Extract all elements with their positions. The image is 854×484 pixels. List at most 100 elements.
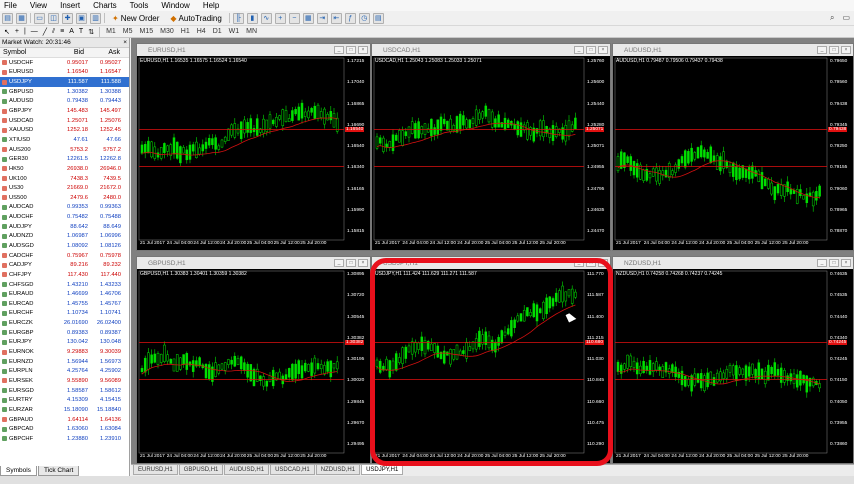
- maximize-icon[interactable]: □: [829, 46, 839, 54]
- table-row[interactable]: GBPAUD 1.64114 1.64136: [0, 415, 129, 425]
- chart-tab-gbpusd[interactable]: GBPUSD,H1: [178, 465, 224, 475]
- menu-item-view[interactable]: View: [30, 1, 47, 10]
- price-chart[interactable]: [613, 269, 854, 465]
- minimize-icon[interactable]: _: [334, 259, 344, 267]
- close-icon[interactable]: ×: [841, 46, 851, 54]
- table-row[interactable]: EURZAR 15.18090 15.18840: [0, 405, 129, 415]
- table-row[interactable]: AUDCHF 0.75482 0.75488: [0, 212, 129, 222]
- column-bid[interactable]: Bid: [60, 49, 84, 56]
- navigator-icon[interactable]: ✚: [62, 12, 73, 24]
- tile-windows-icon[interactable]: ▦: [302, 12, 314, 24]
- fibonacci-icon[interactable]: ≡: [60, 28, 64, 35]
- chart-shift-icon[interactable]: ⇤: [330, 12, 342, 24]
- chart-window-usdcad[interactable]: USDCAD,H1 _ □ × USDCAD,H1 1.25043 1.25083 1.…: [371, 43, 611, 251]
- table-row[interactable]: CHFSGD 1.43210 1.43233: [0, 280, 129, 290]
- table-row[interactable]: GBPUSD 1.30382 1.30388: [0, 87, 129, 97]
- chart-window-eurusd[interactable]: EURUSD,H1 _ □ × EURUSD,H1 1.16535 1.16575 1.…: [136, 43, 371, 251]
- table-row[interactable]: AUDCAD 0.99353 0.99363: [0, 203, 129, 213]
- table-row[interactable]: CADCHF 0.75967 0.75978: [0, 251, 129, 261]
- table-row[interactable]: EURPLN 4.25764 4.25902: [0, 367, 129, 377]
- market-watch-icon[interactable]: ▭: [34, 12, 45, 24]
- table-row[interactable]: AUS200 5753.2 5757.2: [0, 145, 129, 155]
- column-symbol[interactable]: Symbol: [0, 49, 60, 56]
- table-row[interactable]: GBPCHF 1.23880 1.23910: [0, 434, 129, 444]
- table-row[interactable]: EURSGD 1.58587 1.58612: [0, 386, 129, 396]
- price-chart[interactable]: [137, 56, 372, 252]
- table-row[interactable]: EURNZD 1.56944 1.56973: [0, 357, 129, 367]
- zoom-out-icon[interactable]: −: [288, 12, 300, 24]
- table-row[interactable]: US500 2479.6 2480.0: [0, 193, 129, 203]
- table-row[interactable]: USDCAD 1.25071 1.25076: [0, 116, 129, 126]
- table-row[interactable]: AUDJPY 88.642 88.649: [0, 222, 129, 232]
- price-chart[interactable]: [613, 56, 854, 252]
- timeframe-mn[interactable]: MN: [245, 28, 258, 35]
- minimize-icon[interactable]: _: [574, 46, 584, 54]
- chart-title-bar[interactable]: EURUSD,H1 _ □ ×: [137, 44, 370, 56]
- timeframe-w1[interactable]: W1: [228, 28, 241, 35]
- table-row[interactable]: EURGBP 0.89383 0.89387: [0, 328, 129, 338]
- table-row[interactable]: EURAUD 1.46699 1.46706: [0, 289, 129, 299]
- profiles-icon[interactable]: ▦: [16, 12, 27, 24]
- table-row[interactable]: GBPCAD 1.63060 1.63084: [0, 424, 129, 434]
- zoom-in-icon[interactable]: +: [274, 12, 286, 24]
- table-row[interactable]: CADJPY 89.216 89.232: [0, 260, 129, 270]
- chart-title-bar[interactable]: GBPUSD,H1 _ □ ×: [137, 257, 370, 269]
- timeframe-m5[interactable]: M5: [122, 28, 134, 35]
- price-chart[interactable]: [372, 269, 612, 465]
- minimize-icon[interactable]: _: [817, 259, 827, 267]
- table-row[interactable]: US30 21669.0 21672.0: [0, 183, 129, 193]
- autotrading-button[interactable]: ◆ AutoTrading: [166, 12, 225, 24]
- menu-item-insert[interactable]: Insert: [60, 1, 80, 10]
- trendline-icon[interactable]: ╱: [43, 28, 47, 36]
- minimize-icon[interactable]: _: [817, 46, 827, 54]
- menu-item-tools[interactable]: Tools: [130, 1, 149, 10]
- candlestick-icon[interactable]: ▮: [246, 12, 258, 24]
- periods-icon[interactable]: ◷: [358, 12, 370, 24]
- chart-title-bar[interactable]: AUDUSD,H1 _ □ ×: [613, 44, 853, 56]
- maximize-icon[interactable]: □: [586, 259, 596, 267]
- chart-window-usdjpy[interactable]: USDJPY,H1 _ □ × USDJPY,H1 111.424 111.629 11…: [371, 256, 611, 464]
- new-order-button[interactable]: ✦ New Order: [108, 12, 163, 24]
- table-row[interactable]: CHFJPY 117.430 117.440: [0, 270, 129, 280]
- chart-title-bar[interactable]: USDCAD,H1 _ □ ×: [372, 44, 610, 56]
- chart-title-bar[interactable]: NZDUSD,H1 _ □ ×: [613, 257, 853, 269]
- chart-window-gbpusd[interactable]: GBPUSD,H1 _ □ × GBPUSD,H1 1.30383 1.30401 1.…: [136, 256, 371, 464]
- chart-tab-nzdusd[interactable]: NZDUSD,H1: [315, 465, 361, 475]
- arrows-icon[interactable]: ⇅: [88, 28, 94, 36]
- table-row[interactable]: AUDNZD 1.06987 1.06996: [0, 232, 129, 242]
- table-row[interactable]: HK50 26938.0 26946.0: [0, 164, 129, 174]
- table-row[interactable]: EURNOK 9.29883 9.30039: [0, 347, 129, 357]
- timeframe-h1[interactable]: H1: [180, 28, 191, 35]
- minimize-icon[interactable]: _: [334, 46, 344, 54]
- table-row[interactable]: EURSEK 9.55890 9.56089: [0, 376, 129, 386]
- timeframe-h4[interactable]: H4: [196, 28, 207, 35]
- tester-icon[interactable]: ▥: [90, 12, 101, 24]
- table-row[interactable]: GER30 12261.5 12262.8: [0, 154, 129, 164]
- table-row[interactable]: USDJPY 111.587 111.588: [0, 77, 129, 87]
- label-icon[interactable]: T: [79, 28, 83, 35]
- indicators-icon[interactable]: ƒ: [344, 12, 356, 24]
- autoscroll-icon[interactable]: ⇥: [316, 12, 328, 24]
- maximize-icon[interactable]: □: [346, 46, 356, 54]
- timeframe-d1[interactable]: D1: [212, 28, 223, 35]
- text-icon[interactable]: A: [69, 28, 74, 35]
- tab-symbols[interactable]: Symbols: [0, 466, 37, 476]
- table-row[interactable]: XAUUSD 1252.18 1252.45: [0, 125, 129, 135]
- close-icon[interactable]: ×: [358, 46, 368, 54]
- new-chart-icon[interactable]: ▤: [2, 12, 13, 24]
- horizontal-line-icon[interactable]: —: [31, 28, 38, 35]
- table-row[interactable]: EURUSD 1.16540 1.16547: [0, 68, 129, 78]
- maximize-icon[interactable]: □: [829, 259, 839, 267]
- chart-tab-usdcad[interactable]: USDCAD,H1: [270, 465, 315, 475]
- table-row[interactable]: EURJPY 130.042 130.048: [0, 338, 129, 348]
- channel-icon[interactable]: ⫽: [52, 28, 55, 36]
- chart-tab-eurusd[interactable]: EURUSD,H1: [133, 465, 178, 475]
- table-row[interactable]: EURTRY 4.15309 4.15415: [0, 395, 129, 405]
- maximize-icon[interactable]: □: [346, 259, 356, 267]
- cursor-icon[interactable]: ↖: [4, 28, 10, 36]
- table-row[interactable]: AUDUSD 0.79438 0.79443: [0, 97, 129, 107]
- table-row[interactable]: XTIUSD 47.61 47.66: [0, 135, 129, 145]
- timeframe-m30[interactable]: M30: [159, 28, 175, 35]
- menu-item-file[interactable]: File: [4, 1, 17, 10]
- table-row[interactable]: EURCAD 1.45755 1.45767: [0, 299, 129, 309]
